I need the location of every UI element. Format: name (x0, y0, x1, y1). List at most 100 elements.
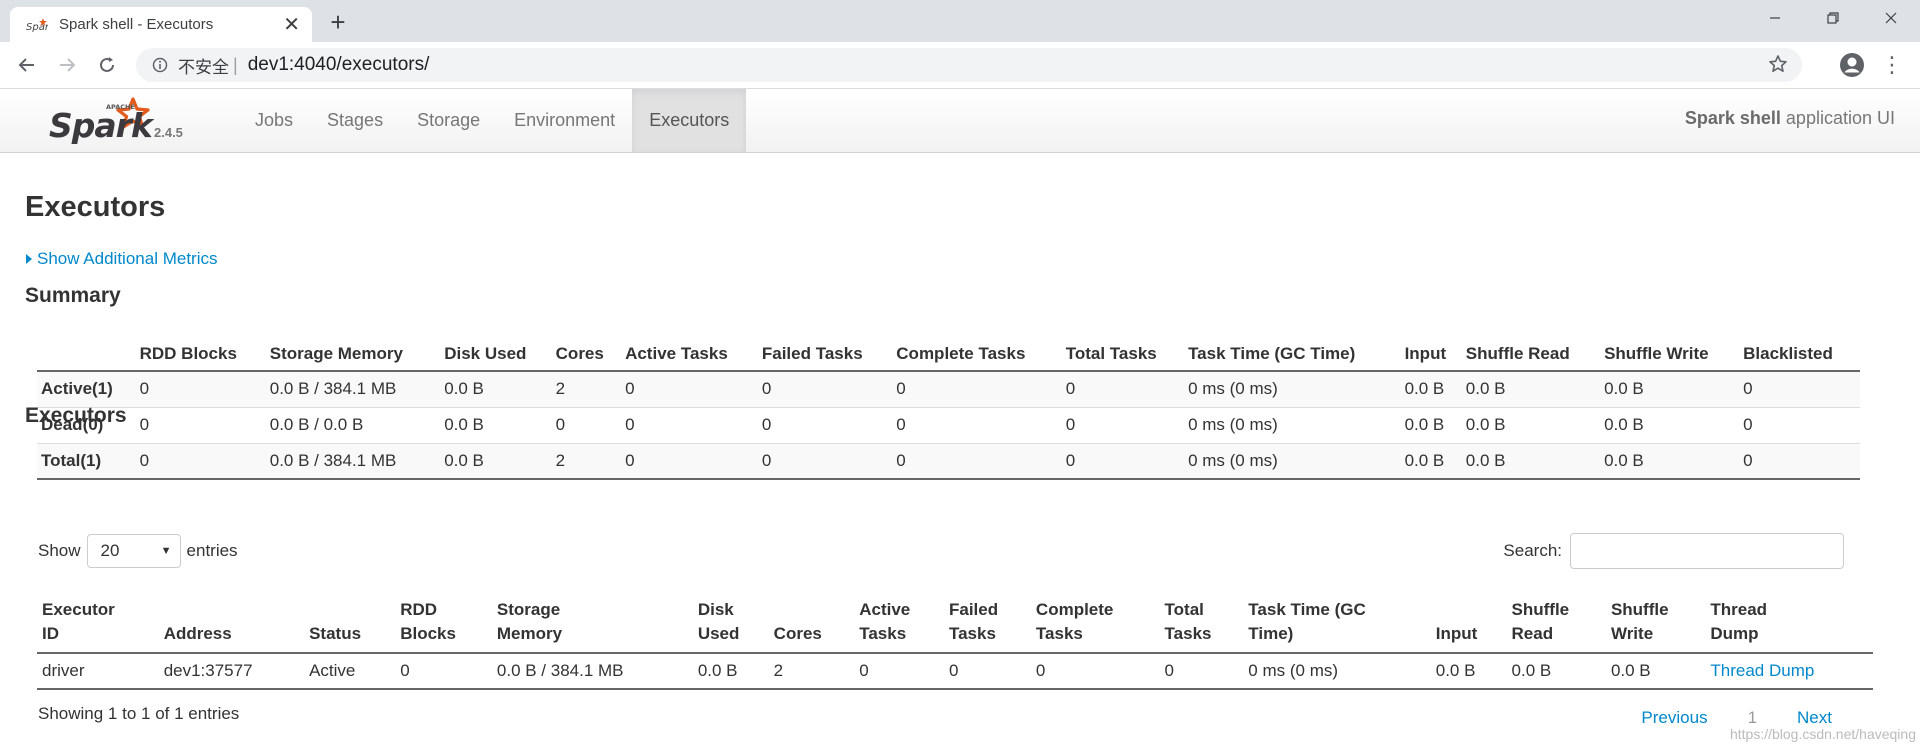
back-arrow-icon[interactable] (12, 50, 42, 80)
executors-header-row: Executor ID Address Status RDD Blocks Storage M… (37, 584, 1873, 654)
column-header-disk-used[interactable]: Disk Used (692, 584, 769, 654)
reload-icon[interactable] (92, 50, 122, 80)
spark-favicon-icon: Spark (25, 15, 49, 35)
column-header-address[interactable]: Address (158, 584, 305, 654)
column-header-task-time-gc-time: Task Time (GC Time) (1184, 331, 1401, 372)
column-header-task-time-gc-time[interactable]: Task Time (GC Time) (1243, 584, 1431, 654)
column-header-line: Dump (1710, 624, 1759, 643)
column-header-line: Time) (1248, 624, 1294, 643)
table-cell: 0.0 B (1400, 443, 1462, 480)
column-header-line: Status (309, 624, 362, 643)
column-header-complete-tasks[interactable]: Complete Tasks (1030, 584, 1160, 654)
column-header-line: Address (163, 624, 232, 643)
page-title: Executors (25, 191, 166, 223)
column-header-line: Active (859, 600, 911, 619)
column-header-cores[interactable]: Cores (768, 584, 855, 654)
spark-logo[interactable]: APACHE Spark (48, 93, 198, 149)
table-cell: 0.0 B (1600, 407, 1740, 444)
url-text[interactable]: dev1:4040/executors/ (248, 54, 430, 76)
table-cell: 0.0 B / 384.1 MB (265, 371, 441, 408)
column-header-line: Read (1511, 624, 1554, 643)
table-cell: 0 (1061, 371, 1185, 408)
table-cell: 0.0 B (1600, 443, 1740, 480)
nav-tab-environment[interactable]: Environment (497, 89, 632, 152)
column-header-line: Cores (773, 624, 822, 643)
page-size-select[interactable]: 20 ▼ (86, 534, 181, 568)
table-cell: 0.0 B (1605, 653, 1706, 690)
summary-row-active-1: Active(1) 0 0.0 B / 384.1 MB 0.0 B200000 ms… (37, 371, 1860, 408)
table-cell: 0 (621, 371, 758, 408)
minimize-icon[interactable] (1746, 0, 1804, 36)
forward-arrow-icon[interactable] (52, 50, 82, 80)
table-cell: 0.0 B (1400, 371, 1462, 408)
spark-version: 2.4.5 (154, 125, 183, 140)
tab-close-icon[interactable]: ✕ (283, 15, 300, 35)
column-header-line: Shuffle (1511, 600, 1570, 619)
window-controls (1746, 0, 1920, 36)
table-cell: 0.0 B (1400, 407, 1462, 444)
nav-tab-executors[interactable]: Executors (632, 89, 747, 152)
show-additional-metrics-link[interactable]: Show Additional Metrics (26, 249, 217, 269)
column-header-executor-id[interactable]: Executor ID (37, 584, 159, 654)
table-cell: 0 (943, 653, 1031, 690)
column-header-failed-tasks[interactable]: Failed Tasks (943, 584, 1031, 654)
column-header-active-tasks[interactable]: Active Tasks (854, 584, 944, 654)
expand-arrow-icon (26, 254, 32, 264)
summary-heading: Summary (25, 284, 121, 307)
table-cell: 0 (621, 443, 758, 480)
column-header-line: Used (697, 624, 740, 643)
app-title: Spark shell application UI (1685, 108, 1895, 129)
nav-tab-stages[interactable]: Stages (310, 89, 400, 152)
table-cell: 0.0 B (1600, 371, 1740, 408)
search-input[interactable] (1570, 533, 1844, 569)
table-cell: 0.0 B / 384.1 MB (491, 653, 693, 690)
executors-heading: Executors (25, 404, 127, 427)
profile-avatar-icon[interactable] (1838, 51, 1866, 79)
column-header-status[interactable]: Status (304, 584, 396, 654)
nav-tab-jobs[interactable]: Jobs (238, 89, 310, 152)
table-cell: 0 (1061, 443, 1185, 480)
info-icon[interactable] (150, 57, 170, 73)
new-tab-plus-icon[interactable]: + (324, 7, 352, 37)
bookmark-star-icon[interactable] (1768, 54, 1788, 79)
column-header-total-tasks[interactable]: Total Tasks (1159, 584, 1244, 654)
browser-toolbar: 不安全 | dev1:4040/executors/ ⋮ (0, 42, 1920, 89)
table-cell: 2 (551, 371, 622, 408)
column-header-line: Write (1610, 624, 1654, 643)
browser-menu-icon[interactable]: ⋮ (1881, 51, 1903, 79)
table-cell: 0 (757, 443, 893, 480)
table-cell: dev1:37577 (158, 653, 305, 690)
browser-tab[interactable]: Spark Spark shell - Executors ✕ (10, 7, 312, 42)
column-header-line: Tasks (859, 624, 907, 643)
column-header-line: Memory (496, 624, 563, 643)
page-length-control: Show 20 ▼ entries (38, 534, 238, 568)
previous-page-button[interactable]: Previous (1631, 706, 1717, 730)
table-cell: Thread Dump (1705, 653, 1873, 690)
app-suffix: application UI (1785, 108, 1895, 128)
window-close-icon[interactable] (1862, 0, 1920, 36)
column-header-shuffle-read[interactable]: Shuffle Read (1506, 584, 1606, 654)
nav-tab-storage[interactable]: Storage (400, 89, 497, 152)
summary-row-total-1: Total(1) 0 0.0 B / 384.1 MB 0.0 B200000 ms … (37, 443, 1860, 480)
column-header-rdd-blocks[interactable]: RDD Blocks (395, 584, 492, 654)
table-cell: 0 (621, 407, 758, 444)
table-cell: 0 (1739, 443, 1860, 480)
spark-nav-tabs: Jobs Stages Storage Environment Executor… (238, 89, 747, 152)
thread-dump-link[interactable]: Thread Dump (1710, 661, 1814, 680)
table-cell: 0 (1739, 407, 1860, 444)
chevron-down-icon: ▼ (160, 545, 172, 557)
column-header-thread-dump[interactable]: Thread Dump (1705, 584, 1873, 654)
column-header-shuffle-write[interactable]: Shuffle Write (1605, 584, 1706, 654)
restore-icon[interactable] (1804, 0, 1862, 36)
column-header-blacklisted: Blacklisted (1739, 331, 1860, 372)
address-bar[interactable]: 不安全 | dev1:4040/executors/ (136, 48, 1802, 82)
summary-header-row: RDD Blocks Storage Memory Disk Used Cores Ac… (37, 331, 1860, 372)
column-header-input[interactable]: Input (1430, 584, 1507, 654)
table-cell: 0 (757, 407, 893, 444)
column-header-storage-memory[interactable]: Storage Memory (491, 584, 693, 654)
search-label: Search: (1503, 541, 1562, 560)
column-header-storage-memory: Storage Memory (265, 331, 441, 372)
logo-spark-text: Spark (49, 106, 155, 145)
column-header-line: Shuffle (1610, 600, 1669, 619)
table-search: Search: (1503, 533, 1844, 569)
